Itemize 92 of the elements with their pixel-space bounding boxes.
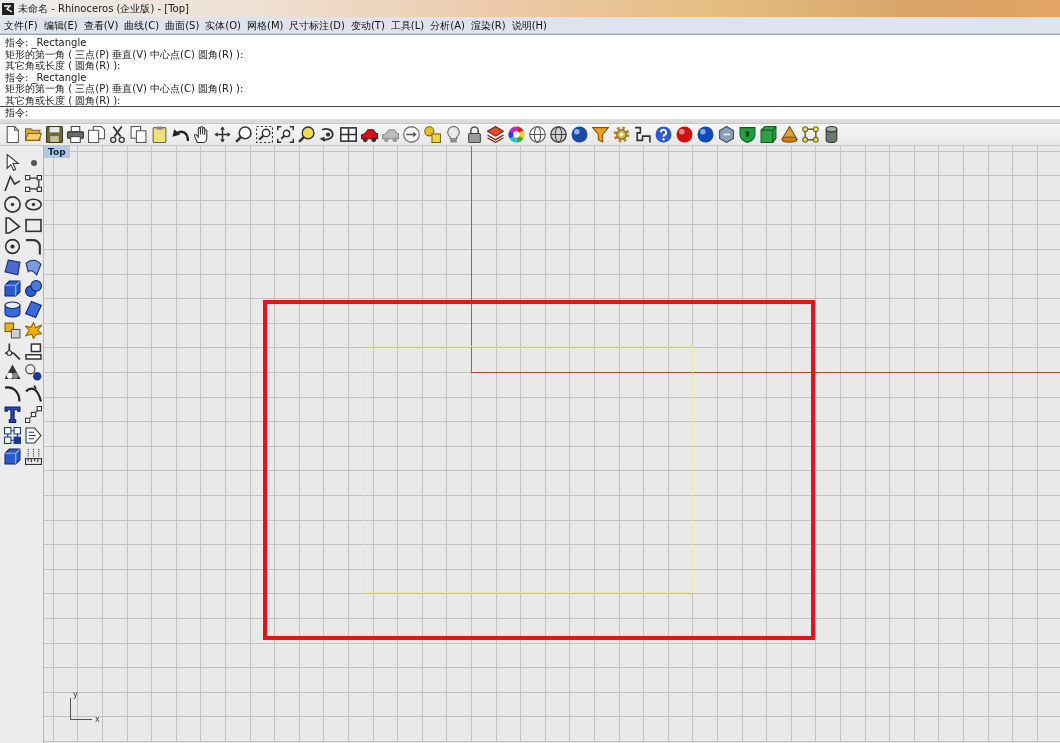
move-icon[interactable]: [214, 126, 231, 143]
blank-page-icon[interactable]: [4, 126, 21, 143]
line-junction-icon[interactable]: [4, 343, 21, 360]
squares-icon[interactable]: [4, 322, 21, 339]
layers-icon[interactable]: [487, 126, 504, 143]
gear-icon[interactable]: [613, 126, 630, 143]
ellipse-icon[interactable]: [25, 196, 42, 213]
menu-item[interactable]: 分析(A): [427, 17, 468, 33]
point-icon[interactable]: [30, 159, 37, 166]
command-history-line: 指令: _Rectangle: [5, 71, 87, 83]
menu-item[interactable]: 变动(T): [347, 17, 388, 33]
cube-icon[interactable]: [4, 448, 21, 465]
solid-cylinder-icon[interactable]: [4, 301, 21, 318]
shapes-icon[interactable]: [424, 126, 441, 143]
shield-icon[interactable]: [739, 126, 756, 143]
arc-icon[interactable]: [4, 385, 21, 402]
rotate-icon[interactable]: [319, 126, 336, 143]
zoom-icon[interactable]: [235, 126, 252, 143]
command-history-line: 其它角或长度 ( 圆角(R) ):: [5, 94, 121, 106]
array-icon[interactable]: [4, 427, 21, 444]
command-history-line: 矩形的第一角 ( 三点(P) 垂直(V) 中心点(C) 圆角(R) ):: [5, 83, 244, 94]
cylinder-icon[interactable]: [823, 126, 840, 143]
zoom-selected-icon[interactable]: [298, 126, 315, 143]
polyline-icon[interactable]: [4, 175, 21, 192]
command-history-line: 矩形的第一角 ( 三点(P) 垂直(V) 中心点(C) 圆角(R) ):: [5, 48, 244, 60]
command-history-line: 其它角或长度 ( 圆角(R) ):: [5, 60, 121, 72]
star-icon[interactable]: [25, 322, 42, 339]
points-line-icon[interactable]: [25, 406, 42, 423]
triangle-circles-icon[interactable]: [4, 364, 21, 381]
rectangle-icon[interactable]: [25, 217, 42, 234]
folder-icon[interactable]: [25, 126, 42, 143]
shaded-sphere-icon[interactable]: [571, 126, 588, 143]
menu-item[interactable]: 曲面(S): [162, 17, 203, 33]
help-icon[interactable]: [655, 126, 672, 143]
sphere-icon[interactable]: [697, 126, 714, 143]
square-frame-icon[interactable]: [802, 126, 819, 143]
axis-label: x: [95, 715, 100, 724]
spheres-icon[interactable]: [25, 280, 42, 297]
car-icon[interactable]: [361, 126, 378, 143]
cone-icon[interactable]: [781, 126, 798, 143]
menu-item[interactable]: 曲线(C): [121, 17, 163, 33]
cube-icon[interactable]: [4, 280, 21, 297]
menu-item[interactable]: 实体(O): [202, 17, 244, 33]
ghosted-sphere-icon[interactable]: [550, 126, 567, 143]
zoom-extents-icon[interactable]: [277, 126, 294, 143]
tag-icon[interactable]: [25, 427, 42, 444]
pages-icon[interactable]: [88, 126, 105, 143]
menu-item[interactable]: 编辑(E): [40, 17, 81, 33]
select-arrow-icon[interactable]: [4, 154, 21, 171]
curved-surface-icon[interactable]: [25, 259, 42, 276]
menu-item[interactable]: 说明(H): [508, 17, 550, 33]
lock-icon[interactable]: [466, 126, 483, 143]
box-icon[interactable]: [760, 126, 777, 143]
printer-icon[interactable]: [67, 126, 84, 143]
rectangles-icon[interactable]: [25, 343, 42, 360]
menu-item[interactable]: 文件(F): [1, 17, 41, 33]
scissors-icon[interactable]: [109, 126, 126, 143]
sphere-icon[interactable]: [676, 126, 693, 143]
copy-icon[interactable]: [130, 126, 147, 143]
hexagon-icon[interactable]: [718, 126, 735, 143]
funnel-icon[interactable]: [592, 126, 609, 143]
ring-icon[interactable]: [4, 238, 21, 255]
light-bulb-icon[interactable]: [445, 126, 462, 143]
corner-curve-icon[interactable]: [25, 238, 42, 255]
four-viewports-icon[interactable]: [340, 126, 357, 143]
surface-icon[interactable]: [4, 259, 21, 276]
control-points-icon[interactable]: [25, 175, 42, 192]
axis-label: y: [73, 690, 78, 699]
circles-icon[interactable]: [25, 364, 42, 381]
polygon-icon[interactable]: [4, 217, 21, 234]
color-wheel-icon[interactable]: [508, 126, 525, 143]
menu-item[interactable]: 网格(M): [244, 17, 287, 33]
menu-item[interactable]: 工具(L): [387, 17, 428, 33]
step-line-icon[interactable]: [634, 126, 651, 143]
axis-indicator-icon: [70, 697, 93, 720]
viewport-title[interactable]: Top: [44, 146, 70, 158]
menu-item[interactable]: 尺寸标注(D): [286, 17, 348, 33]
tile-icon[interactable]: [25, 301, 42, 318]
app-icon[interactable]: [2, 2, 14, 15]
menu-item[interactable]: 查看(V): [80, 17, 122, 33]
menu-item[interactable]: 渲染(R): [467, 17, 509, 33]
wireframe-sphere-icon[interactable]: [529, 126, 546, 143]
curve-icon[interactable]: [25, 385, 42, 402]
command-history-line: 指令: _Rectangle: [5, 37, 87, 49]
ruler-icon[interactable]: [25, 448, 42, 465]
command-line-field[interactable]: 指令:: [0, 106, 1060, 119]
zoom-window-icon[interactable]: [256, 126, 273, 143]
clipboard-icon[interactable]: [151, 126, 168, 143]
window-title: 未命名 - Rhinoceros (企业版) - [Top]: [18, 2, 189, 15]
text-tool-icon[interactable]: [4, 406, 21, 423]
circle-icon[interactable]: [4, 196, 21, 213]
hand-icon[interactable]: [193, 126, 210, 143]
